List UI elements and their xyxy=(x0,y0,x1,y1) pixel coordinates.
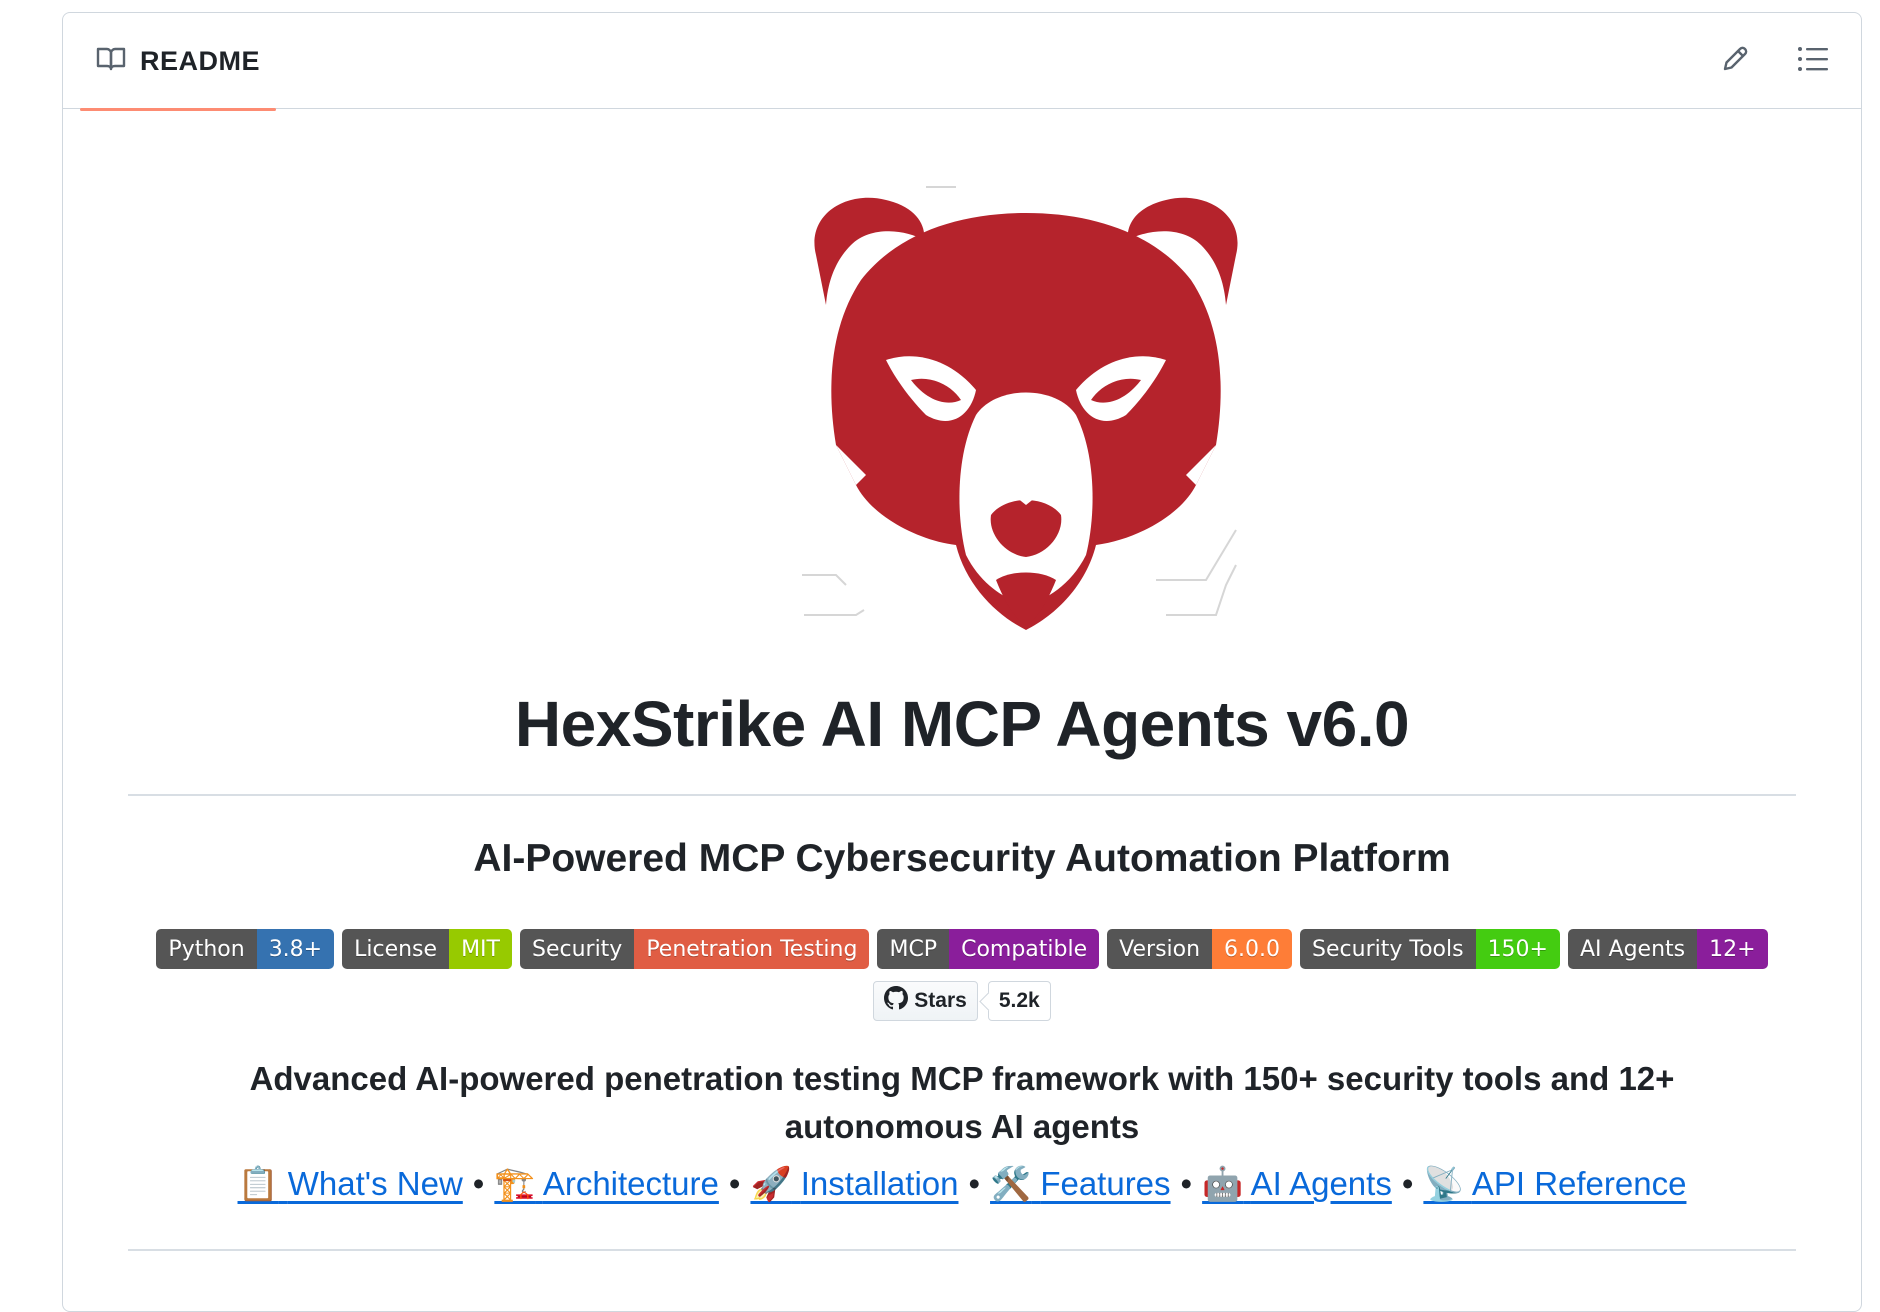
robot-icon: 🤖 xyxy=(1202,1165,1244,1202)
tools-icon: 🛠️ xyxy=(990,1165,1032,1202)
tab-readme-label: README xyxy=(140,45,261,76)
badge-label: License xyxy=(342,929,450,969)
pencil-icon xyxy=(1720,44,1750,79)
nav-separator: • xyxy=(1401,1165,1414,1202)
rocket-icon: 🚀 xyxy=(750,1165,792,1202)
nav-link-label: AI Agents xyxy=(1250,1165,1392,1202)
badge-ai-agents[interactable]: AI Agents 12+ xyxy=(1568,929,1768,969)
project-description: Advanced AI-powered penetration testing … xyxy=(249,1060,1675,1145)
badge-row: Python 3.8+ License MIT Security Penetra… xyxy=(128,929,1796,969)
nav-separator: • xyxy=(968,1165,981,1202)
badge-label: Version xyxy=(1107,929,1213,969)
section-divider xyxy=(128,1249,1796,1251)
badge-security[interactable]: Security Penetration Testing xyxy=(519,929,870,969)
list-icon xyxy=(1797,45,1829,78)
tab-readme[interactable]: README xyxy=(80,13,277,111)
badge-value: 12+ xyxy=(1697,929,1768,969)
badge-value: Compatible xyxy=(949,929,1100,969)
edit-button[interactable] xyxy=(1713,39,1757,83)
stars-count[interactable]: 5.2k xyxy=(987,981,1051,1021)
badge-label: Security Tools xyxy=(1300,929,1476,969)
badge-value: 150+ xyxy=(1475,929,1560,969)
readme-header: README xyxy=(63,13,1861,111)
stars-button[interactable]: Stars xyxy=(873,981,978,1021)
nav-link-label: API Reference xyxy=(1471,1165,1687,1202)
title-divider xyxy=(128,794,1796,796)
badge-label: MCP xyxy=(877,929,950,969)
badge-license[interactable]: License MIT xyxy=(342,929,512,969)
badge-mcp[interactable]: MCP Compatible xyxy=(877,929,1100,969)
nav-link-ai-agents[interactable]: 🤖 AI Agents xyxy=(1202,1165,1392,1202)
book-icon xyxy=(96,46,126,77)
nav-separator: • xyxy=(1180,1165,1193,1202)
nav-separator: • xyxy=(472,1165,485,1202)
nav-link-label: Installation xyxy=(800,1165,959,1202)
badge-value: 3.8+ xyxy=(256,929,335,969)
satellite-antenna-icon: 📡 xyxy=(1423,1165,1465,1202)
badge-security-tools[interactable]: Security Tools 150+ xyxy=(1300,929,1560,969)
nav-link-architecture[interactable]: 🏗️ Architecture xyxy=(494,1165,719,1202)
badge-label: Security xyxy=(519,929,635,969)
clipboard-icon: 📋 xyxy=(237,1165,279,1202)
badge-label: Python xyxy=(156,929,257,969)
nav-link-installation[interactable]: 🚀 Installation xyxy=(750,1165,958,1202)
stars-label: Stars xyxy=(914,989,967,1012)
nav-link-whats-new[interactable]: 📋 What's New xyxy=(238,1165,463,1202)
section-nav: 📋 What's New • 🏗️ Architecture • 🚀 Installat… xyxy=(128,1165,1796,1204)
page-title: HexStrike AI MCP Agents v6.0 xyxy=(514,688,1410,760)
nav-link-label: What's New xyxy=(287,1165,463,1202)
badge-value: MIT xyxy=(449,929,512,969)
nav-link-features[interactable]: 🛠️ Features xyxy=(990,1165,1171,1202)
github-stars-widget: Stars 5.2k xyxy=(128,981,1796,1021)
badge-label: AI Agents xyxy=(1568,929,1698,969)
red-bear-logo xyxy=(796,185,1256,645)
nav-link-label: Features xyxy=(1040,1165,1171,1202)
page-subtitle: AI-Powered MCP Cybersecurity Automation … xyxy=(473,837,1451,880)
building-construction-icon: 🏗️ xyxy=(494,1165,536,1202)
badge-version[interactable]: Version 6.0.0 xyxy=(1107,929,1293,969)
nav-separator: • xyxy=(728,1165,741,1202)
readme-panel: README HexStrike AI MCP Agents v6.0 AI-P… xyxy=(62,12,1862,1312)
badge-value: 6.0.0 xyxy=(1212,929,1293,969)
badge-python[interactable]: Python 3.8+ xyxy=(156,929,335,969)
github-icon xyxy=(884,986,909,1016)
nav-link-label: Architecture xyxy=(542,1165,719,1202)
badge-value: Penetration Testing xyxy=(634,929,870,969)
nav-link-api-reference[interactable]: 📡 API Reference xyxy=(1423,1165,1686,1202)
outline-button[interactable] xyxy=(1791,39,1835,83)
